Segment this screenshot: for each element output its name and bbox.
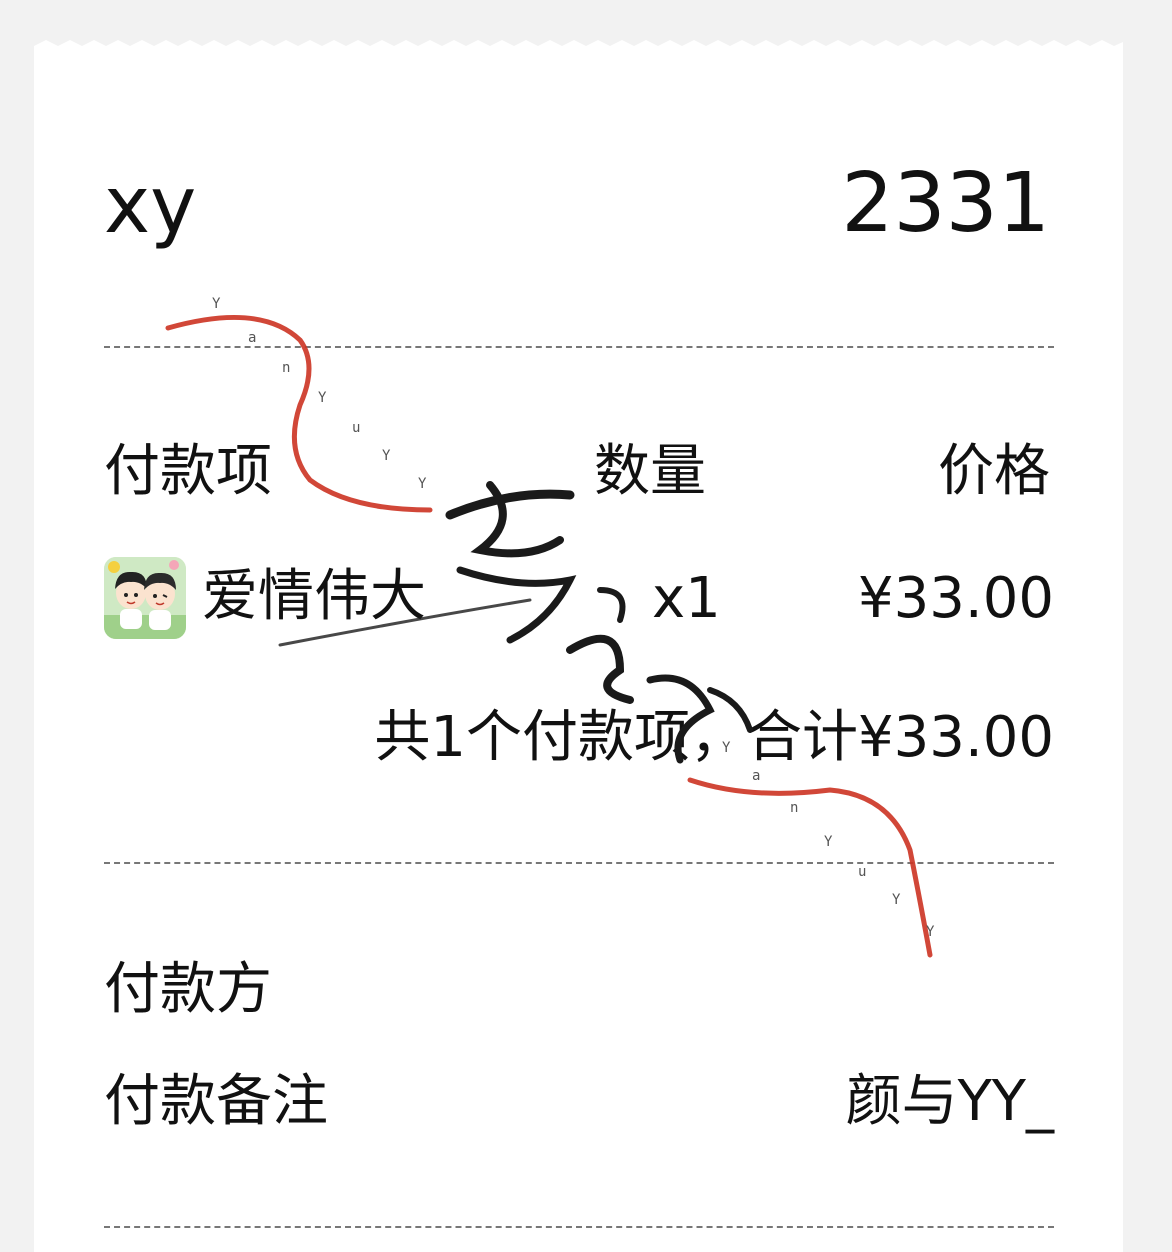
anime-couple-avatar-icon	[104, 557, 186, 639]
order-number: 2331	[841, 156, 1050, 251]
divider	[104, 1226, 1054, 1228]
item-quantity: x1	[652, 566, 721, 631]
column-header-quantity: 数量	[594, 439, 706, 504]
note-value: 颜与YY_	[845, 1069, 1054, 1134]
total-summary: 共1个付款项，合计¥33.00	[374, 705, 1054, 770]
item-name: 爱情伟大	[202, 564, 426, 629]
divider	[104, 346, 1054, 348]
column-header-item: 付款项	[104, 439, 272, 504]
column-header-price: 价格	[938, 439, 1050, 504]
store-name: xy	[104, 161, 197, 251]
item-price: ¥33.00	[858, 566, 1054, 631]
list-item: 爱情伟大 x1 ¥33.00	[104, 555, 1054, 641]
divider	[104, 862, 1054, 864]
note-label: 付款备注	[104, 1069, 328, 1134]
payer-label: 付款方	[104, 957, 272, 1022]
